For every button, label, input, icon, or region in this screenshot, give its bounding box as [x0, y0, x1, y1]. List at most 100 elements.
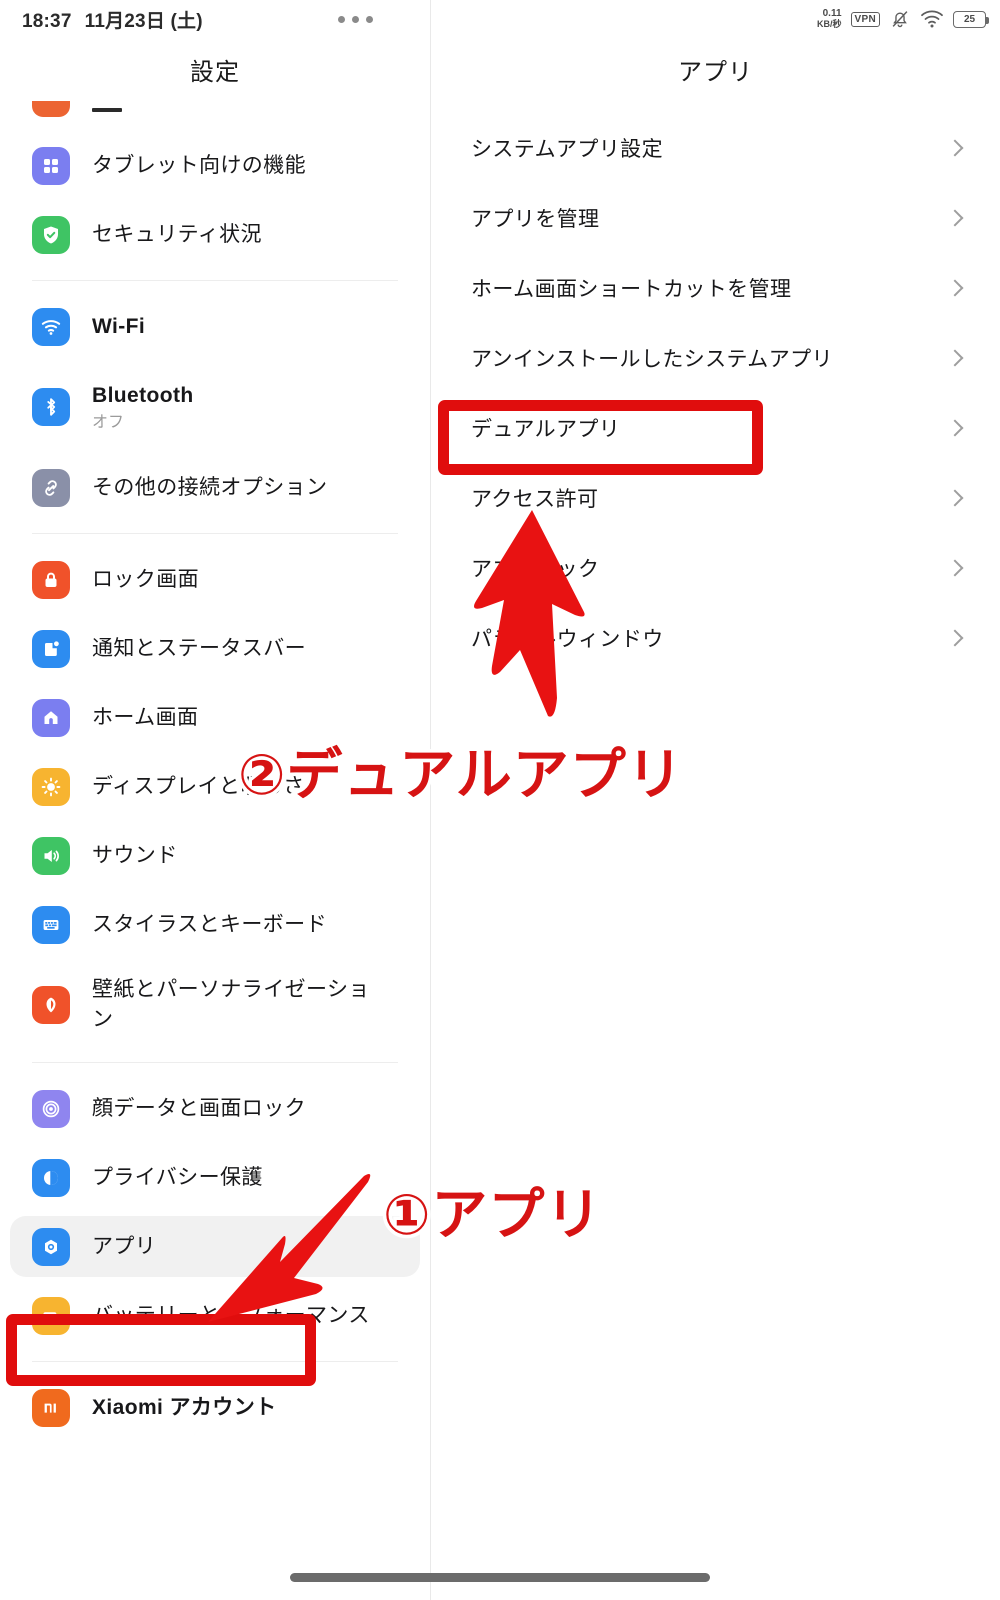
status-bar: 18:37 11月23日 (土) 0.11 KB/秒 VPN 25 [0, 0, 1000, 38]
home-indicator[interactable] [290, 1573, 710, 1582]
home-icon [32, 698, 70, 737]
sidebar-item-label: 壁紙とパーソナライゼーション [92, 978, 370, 1031]
status-bar-right: 0.11 KB/秒 VPN 25 [817, 8, 989, 30]
grid-icon [32, 146, 70, 185]
sidebar-list: タブレット向けの機能 セキュリティ状況 Wi-Fi Bluetooth オフ そ… [0, 131, 430, 1442]
detail-item-uninstalled-system-apps[interactable]: アンインストールしたシステムアプリ [431, 323, 1000, 393]
sidebar-item-text: Wi-Fi [92, 312, 145, 342]
sidebar-item-privacy-protection[interactable]: プライバシー保護 [0, 1143, 420, 1212]
privacy-icon [32, 1158, 70, 1197]
clipped-item-icon [32, 101, 70, 117]
sidebar-item-display-brightness[interactable]: ディスプレイと明るさ [0, 752, 420, 821]
detail-item-parallel-windows[interactable]: パラレルウィンドウ [431, 603, 1000, 673]
sidebar-item-wallpaper-personalization[interactable]: 壁紙とパーソナライゼーション [0, 959, 420, 1051]
lock-icon [32, 560, 70, 599]
sidebar-item-tablet-features[interactable]: タブレット向けの機能 [0, 131, 420, 200]
detail-item-manage-home-shortcuts[interactable]: ホーム画面ショートカットを管理 [431, 253, 1000, 323]
more-options-icon[interactable] [337, 15, 373, 23]
sidebar-item-text: アプリ [92, 1232, 156, 1262]
sidebar-item-label: サウンド [92, 843, 178, 867]
sidebar-item-label: バッテリーとパフォーマンス [92, 1303, 370, 1327]
selection-highlight [10, 1216, 420, 1277]
detail-item-manage-apps[interactable]: アプリを管理 [431, 183, 1000, 253]
detail-item-label: アクセス許可 [471, 488, 599, 511]
sidebar-item-label: Bluetooth [92, 383, 194, 407]
apps-settings-list: システムアプリ設定 アプリを管理 ホーム画面ショートカットを管理 アンインストー… [431, 113, 1000, 673]
sidebar-item-text: ロック画面 [92, 565, 199, 595]
apps-detail-pane: アプリ システムアプリ設定 アプリを管理 ホーム画面ショートカットを管理 アンイ… [431, 0, 1000, 1600]
sidebar-item-notifications[interactable]: 通知とステータスバー [0, 614, 420, 683]
sidebar-item-label: ホーム画面 [92, 705, 199, 729]
sidebar-item-clipped[interactable] [0, 87, 430, 117]
chevron-right-icon [946, 139, 964, 157]
detail-item-system-app-settings[interactable]: システムアプリ設定 [431, 113, 1000, 183]
settings-sidebar: 設定 タブレット向けの機能 セキュリティ状況 Wi-Fi Bluetooth オ… [0, 0, 430, 1600]
sidebar-divider [32, 1062, 398, 1063]
sidebar-item-label: ロック画面 [92, 567, 199, 591]
detail-item-label: アプリを管理 [471, 208, 600, 231]
shield-check-icon [32, 215, 70, 254]
sidebar-item-label: 通知とステータスバー [92, 636, 306, 660]
mi-logo-icon [32, 1388, 70, 1427]
brightness-icon [32, 767, 70, 806]
sidebar-item-stylus-keyboard[interactable]: スタイラスとキーボード [0, 890, 420, 959]
status-bar-left: 18:37 11月23日 (土) [22, 6, 203, 33]
wifi-icon [921, 10, 943, 28]
detail-item-dual-apps[interactable]: デュアルアプリ [431, 393, 1000, 463]
sidebar-item-text: サウンド [92, 841, 178, 871]
sidebar-item-text: Xiaomi アカウント [92, 1393, 277, 1423]
keyboard-icon [32, 905, 70, 944]
sidebar-item-label: スタイラスとキーボード [92, 912, 327, 936]
sidebar-item-xiaomi-account[interactable]: Xiaomi アカウント [0, 1373, 420, 1442]
sidebar-item-sublabel: オフ [92, 413, 125, 431]
detail-item-app-lock[interactable]: アプリロック [431, 533, 1000, 603]
network-speed-indicator: 0.11 KB/秒 [817, 8, 842, 30]
detail-item-label: アンインストールしたシステムアプリ [471, 348, 833, 371]
sidebar-item-home-screen[interactable]: ホーム画面 [0, 683, 420, 752]
chevron-right-icon [946, 209, 964, 227]
sidebar-item-label: その他の接続オプション [92, 475, 328, 499]
network-speed-value: 0.11 [822, 8, 842, 19]
sidebar-item-text: 通知とステータスバー [92, 634, 306, 664]
status-bar-middle [203, 15, 817, 23]
sidebar-item-more-connectivity[interactable]: その他の接続オプション [0, 453, 420, 522]
chevron-right-icon [946, 629, 964, 647]
sidebar-item-label: 顔データと画面ロック [92, 1096, 306, 1120]
sidebar-item-label: タブレット向けの機能 [92, 153, 306, 177]
sidebar-item-apps[interactable]: アプリ [0, 1212, 420, 1281]
sidebar-item-text: タブレット向けの機能 [92, 151, 306, 181]
detail-item-label: パラレルウィンドウ [471, 628, 664, 651]
sidebar-item-text: 顔データと画面ロック [92, 1094, 306, 1124]
screen-root: 18:37 11月23日 (土) 0.11 KB/秒 VPN 25 設定 タブレ… [0, 0, 1000, 1600]
speaker-icon [32, 836, 70, 875]
sidebar-item-text: ホーム画面 [92, 703, 198, 733]
sidebar-divider [32, 280, 398, 281]
sidebar-item-text: その他の接続オプション [92, 473, 327, 503]
fingerprint-icon [32, 1089, 70, 1128]
link-icon [32, 468, 70, 507]
sidebar-divider [32, 533, 398, 534]
detail-item-label: ホーム画面ショートカットを管理 [471, 278, 792, 301]
pane-divider [430, 0, 431, 1600]
sidebar-item-text: バッテリーとパフォーマンス [92, 1301, 370, 1331]
wifi-icon [32, 307, 70, 346]
battery-level-text: 25 [963, 13, 976, 25]
sidebar-item-face-data-screen-lock[interactable]: 顔データと画面ロック [0, 1074, 420, 1143]
sidebar-item-security-status[interactable]: セキュリティ状況 [0, 200, 420, 269]
apps-icon [32, 1227, 70, 1266]
detail-item-label: システムアプリ設定 [471, 138, 663, 161]
sidebar-item-sound[interactable]: サウンド [0, 821, 420, 890]
detail-item-permissions[interactable]: アクセス許可 [431, 463, 1000, 533]
date-text: 11月23日 (土) [84, 10, 203, 32]
sidebar-item-text: 壁紙とパーソナライゼーション [92, 975, 382, 1035]
sidebar-item-label: セキュリティ状況 [92, 222, 262, 246]
sidebar-item-wifi[interactable]: Wi-Fi [0, 292, 420, 361]
sidebar-item-lock-screen[interactable]: ロック画面 [0, 545, 420, 614]
bluetooth-icon [32, 388, 70, 426]
sidebar-item-label: アプリ [92, 1234, 157, 1258]
detail-item-label: アプリロック [471, 558, 600, 581]
sidebar-item-label: Xiaomi アカウント [92, 1395, 277, 1419]
sidebar-item-battery-performance[interactable]: バッテリーとパフォーマンス [0, 1281, 420, 1350]
vpn-icon: VPN [850, 11, 880, 27]
sidebar-item-bluetooth[interactable]: Bluetooth オフ [0, 361, 420, 453]
